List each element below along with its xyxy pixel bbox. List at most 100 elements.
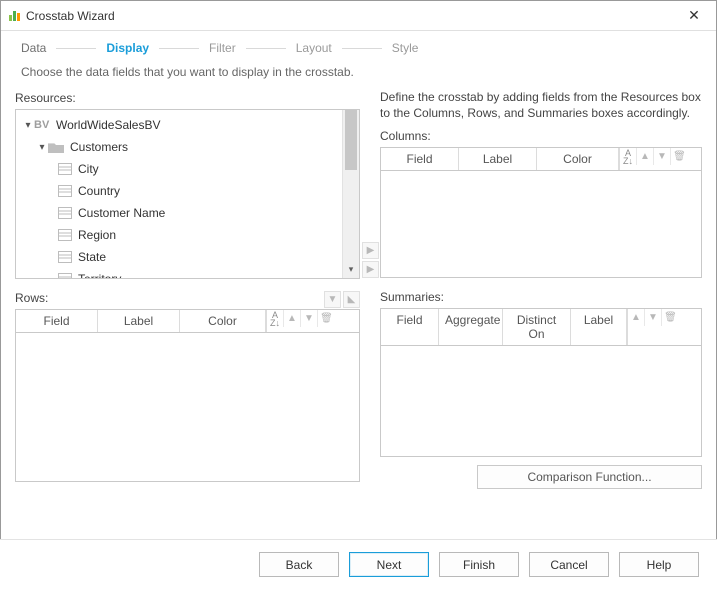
- sum-col-field[interactable]: Field: [381, 309, 439, 345]
- field-icon: [58, 251, 72, 263]
- field-icon: [58, 207, 72, 219]
- move-up-button[interactable]: ▲: [637, 148, 654, 165]
- step-divider: [56, 48, 96, 49]
- tree-folder-label: Customers: [70, 140, 128, 154]
- tree-field-label: Territory: [78, 272, 121, 278]
- close-button[interactable]: ✕: [680, 5, 708, 27]
- move-to-summaries-button[interactable]: ◣: [343, 291, 360, 308]
- bv-icon: BV: [34, 119, 52, 131]
- back-button[interactable]: Back: [259, 552, 339, 577]
- sort-az-icon: AZ↓: [623, 149, 633, 165]
- sum-col-label[interactable]: Label: [571, 309, 627, 345]
- tree-field[interactable]: Territory: [18, 268, 340, 278]
- step-layout[interactable]: Layout: [292, 41, 336, 55]
- tree-root[interactable]: ▾ BV WorldWideSalesBV: [18, 114, 340, 136]
- tree-field[interactable]: City: [18, 158, 340, 180]
- finish-button[interactable]: Finish: [439, 552, 519, 577]
- columns-grid: Field Label Color AZ↓ ▲ ▼ 🗑: [380, 147, 702, 278]
- columns-grid-body[interactable]: [380, 170, 702, 278]
- delete-button[interactable]: 🗑: [671, 148, 688, 165]
- cols-col-color[interactable]: Color: [537, 148, 619, 170]
- define-text: Define the crosstab by adding fields fro…: [380, 89, 702, 121]
- resources-tree[interactable]: ▾ BV WorldWideSalesBV ▾ Customers City: [15, 109, 360, 279]
- collapse-icon[interactable]: ▾: [36, 142, 48, 153]
- next-button[interactable]: Next: [349, 552, 429, 577]
- cancel-button[interactable]: Cancel: [529, 552, 609, 577]
- tree-field-label: State: [78, 250, 106, 264]
- scrollbar[interactable]: ▾: [342, 110, 359, 278]
- step-style[interactable]: Style: [388, 41, 423, 55]
- trash-icon: 🗑: [664, 312, 677, 323]
- wizard-steps: Data Display Filter Layout Style: [1, 31, 716, 61]
- sort-button[interactable]: AZ↓: [267, 310, 284, 327]
- field-icon: [58, 163, 72, 175]
- close-icon: ✕: [688, 7, 700, 24]
- help-label: Help: [647, 558, 672, 572]
- tree-field[interactable]: Region: [18, 224, 340, 246]
- cols-col-field[interactable]: Field: [381, 148, 459, 170]
- move-up-button[interactable]: ▲: [628, 309, 645, 326]
- step-divider: [159, 48, 199, 49]
- step-data[interactable]: Data: [17, 41, 50, 55]
- sort-az-icon: AZ↓: [270, 311, 280, 327]
- summaries-grid: Field Aggregate Distinct On Label ▲ ▼ 🗑: [380, 308, 702, 457]
- back-label: Back: [286, 558, 313, 572]
- arrow-down-icon: ▼: [304, 313, 314, 324]
- summaries-grid-body[interactable]: [380, 345, 702, 457]
- field-icon: [58, 185, 72, 197]
- scroll-down-icon[interactable]: ▾: [343, 261, 359, 278]
- sort-button[interactable]: AZ↓: [620, 148, 637, 165]
- arrow-right-icon: ▶: [367, 245, 375, 256]
- add-to-columns-alt-button[interactable]: ▶: [362, 261, 379, 278]
- arrow-diag-icon: ◣: [348, 294, 356, 305]
- collapse-icon[interactable]: ▾: [22, 120, 34, 131]
- move-down-button[interactable]: ▼: [654, 148, 671, 165]
- rows-grid-body[interactable]: [15, 332, 360, 482]
- step-filter[interactable]: Filter: [205, 41, 240, 55]
- window-title: Crosstab Wizard: [26, 9, 680, 23]
- comparison-function-label: Comparison Function...: [527, 470, 651, 484]
- next-label: Next: [377, 558, 402, 572]
- field-icon: [58, 229, 72, 241]
- app-icon: [9, 11, 20, 21]
- arrow-up-icon: ▲: [631, 312, 641, 323]
- tree-root-label: WorldWideSalesBV: [56, 118, 160, 132]
- sum-col-distinct[interactable]: Distinct On: [503, 309, 571, 345]
- rows-label: Rows:: [15, 291, 48, 305]
- move-up-button[interactable]: ▲: [284, 310, 301, 327]
- arrow-up-icon: ▲: [640, 151, 650, 162]
- tree-field-label: Customer Name: [78, 206, 165, 220]
- columns-label: Columns:: [380, 129, 702, 143]
- arrow-right-icon: ▶: [367, 264, 375, 275]
- tree-field[interactable]: Country: [18, 180, 340, 202]
- rows-col-field[interactable]: Field: [16, 310, 98, 332]
- rows-col-label[interactable]: Label: [98, 310, 180, 332]
- resources-label: Resources:: [15, 91, 360, 105]
- arrow-up-icon: ▲: [287, 313, 297, 324]
- titlebar: Crosstab Wizard ✕: [1, 1, 716, 31]
- add-to-columns-button[interactable]: ▶: [362, 242, 379, 259]
- scroll-thumb[interactable]: [345, 110, 357, 170]
- trash-icon: 🗑: [320, 313, 333, 324]
- comparison-function-button[interactable]: Comparison Function...: [477, 465, 702, 489]
- footer: Back Next Finish Cancel Help: [0, 539, 717, 589]
- finish-label: Finish: [463, 558, 495, 572]
- cols-col-label[interactable]: Label: [459, 148, 537, 170]
- add-to-rows-button[interactable]: ▼: [324, 291, 341, 308]
- move-down-button[interactable]: ▼: [645, 309, 662, 326]
- tree-field[interactable]: Customer Name: [18, 202, 340, 224]
- sum-col-aggregate[interactable]: Aggregate: [439, 309, 503, 345]
- tree-field[interactable]: State: [18, 246, 340, 268]
- tree-folder[interactable]: ▾ Customers: [18, 136, 340, 158]
- rows-grid: Field Label Color AZ↓ ▲ ▼ 🗑: [15, 309, 360, 482]
- step-display[interactable]: Display: [102, 41, 153, 55]
- rows-col-color[interactable]: Color: [180, 310, 266, 332]
- cancel-label: Cancel: [550, 558, 587, 572]
- delete-button[interactable]: 🗑: [318, 310, 335, 327]
- help-button[interactable]: Help: [619, 552, 699, 577]
- delete-button[interactable]: 🗑: [662, 309, 679, 326]
- arrow-down-icon: ▼: [328, 294, 338, 305]
- move-down-button[interactable]: ▼: [301, 310, 318, 327]
- arrow-down-icon: ▼: [657, 151, 667, 162]
- arrow-down-icon: ▼: [648, 312, 658, 323]
